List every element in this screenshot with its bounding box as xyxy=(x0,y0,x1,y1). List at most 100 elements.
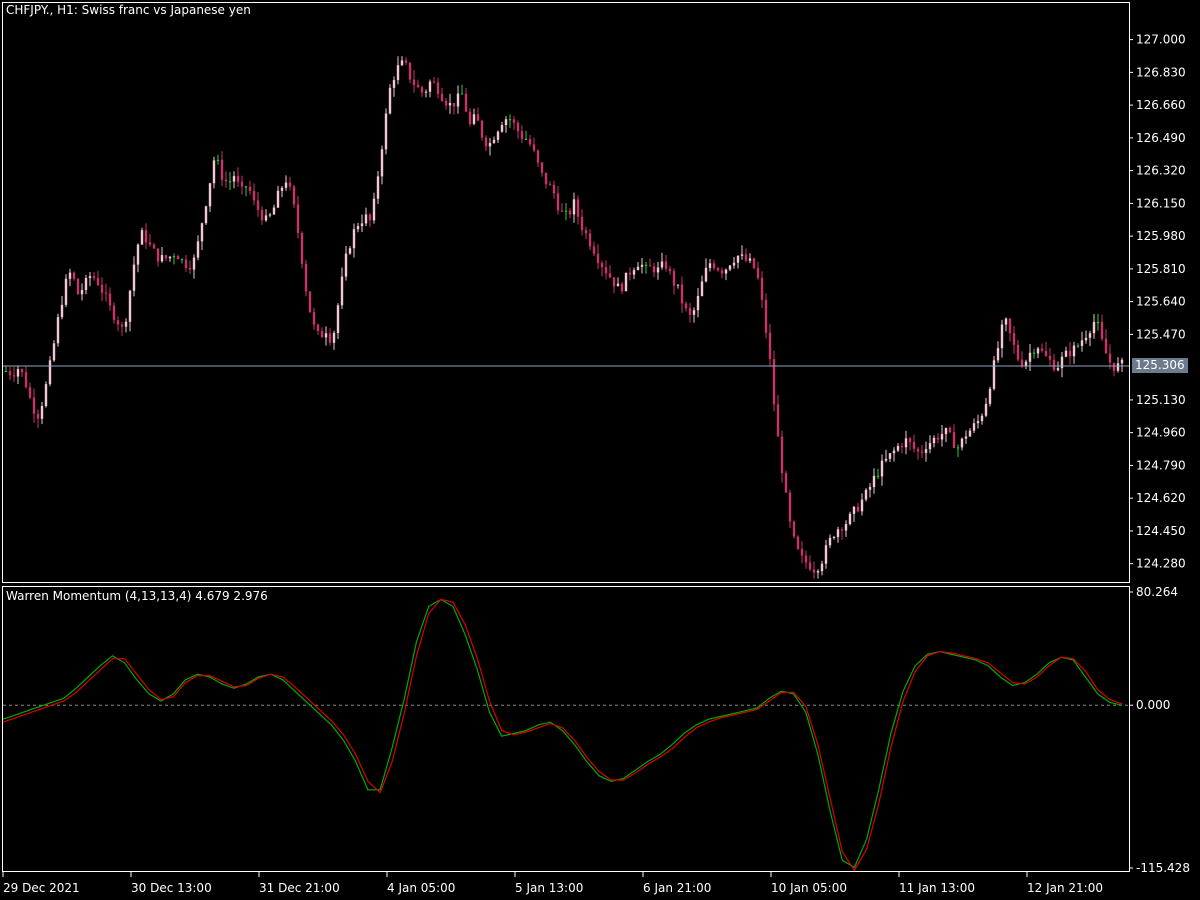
candle-body xyxy=(832,537,836,539)
time-axis[interactable]: 29 Dec 2021 30 Dec 13:00 31 Dec 21:00 4 Jan… xyxy=(2,872,1103,895)
candle-body xyxy=(500,125,504,132)
candle-body xyxy=(212,160,216,184)
candle-body xyxy=(8,371,12,376)
price-tick-label: 124.280 xyxy=(1136,557,1186,571)
candle-body xyxy=(596,253,600,264)
candle-body xyxy=(960,438,964,448)
price-tick-label: 126.830 xyxy=(1136,65,1186,79)
candle-body xyxy=(572,199,576,215)
price-axis[interactable]: 127.000 126.830 126.660 126.490 126.320 126.1… xyxy=(1129,33,1186,571)
candle-body xyxy=(548,184,552,186)
candle-body xyxy=(696,296,700,311)
candle-body xyxy=(36,413,40,419)
candle-body xyxy=(776,404,780,437)
price-pane-frame xyxy=(2,2,1130,583)
candle-body xyxy=(392,80,396,88)
price-tick-label: 126.490 xyxy=(1136,131,1186,145)
candle-body xyxy=(892,450,896,454)
candle-body xyxy=(448,103,452,106)
candle-body xyxy=(876,475,880,477)
candle-body xyxy=(908,438,912,443)
price-tick-label: 125.980 xyxy=(1136,229,1186,243)
candle-body xyxy=(916,448,920,452)
candle-body xyxy=(316,324,320,332)
candle-body xyxy=(508,119,512,121)
candle-body xyxy=(868,487,872,490)
candle-body xyxy=(1004,318,1008,325)
candle-body xyxy=(92,276,96,279)
candle-body xyxy=(1040,348,1044,351)
candle-body xyxy=(1096,322,1100,324)
candle-body xyxy=(40,405,44,419)
candle-body xyxy=(1068,350,1072,357)
time-tick-label: 11 Jan 13:00 xyxy=(899,881,975,895)
candle-body xyxy=(1016,344,1020,360)
candle-body xyxy=(304,263,308,292)
time-tick-label: 4 Jan 05:00 xyxy=(387,881,455,895)
price-tick-label: 125.470 xyxy=(1136,327,1186,341)
candle-body xyxy=(516,122,520,132)
candle-body xyxy=(496,131,500,140)
candle-body xyxy=(660,261,664,268)
candle-body xyxy=(88,276,92,278)
candle-body xyxy=(12,375,16,377)
candle-body xyxy=(752,258,756,269)
candle-body xyxy=(532,144,536,151)
candle-body xyxy=(108,293,112,306)
trading-chart-window[interactable]: 127.000 126.830 126.660 126.490 126.320 126.1… xyxy=(0,0,1200,900)
candle-body xyxy=(436,82,440,94)
candle-body xyxy=(896,445,900,451)
candle-body xyxy=(984,403,988,416)
time-tick-label: 31 Dec 21:00 xyxy=(259,881,340,895)
candle-body xyxy=(368,214,372,221)
candle-body xyxy=(312,312,316,325)
candle-body xyxy=(444,100,448,106)
indicator-title: Warren Momentum (4,13,13,4) 4.679 2.976 xyxy=(6,589,268,603)
price-tick-label: 125.640 xyxy=(1136,295,1186,309)
candle-body xyxy=(56,317,60,344)
candle-body xyxy=(692,310,696,315)
candle-body xyxy=(376,176,380,199)
candle-body xyxy=(352,229,356,249)
price-tick-label: 127.000 xyxy=(1136,33,1186,47)
candle-body xyxy=(44,384,48,406)
candle-body xyxy=(464,93,468,112)
candle-body xyxy=(156,248,160,262)
candle-body xyxy=(732,262,736,266)
candle-body xyxy=(332,332,336,343)
time-tick-label: 29 Dec 2021 xyxy=(3,881,80,895)
candle-body xyxy=(928,443,932,450)
candle-body xyxy=(656,267,660,273)
candlestick-series xyxy=(4,56,1124,580)
candle-body xyxy=(52,343,56,361)
candle-body xyxy=(804,555,808,563)
candle-body xyxy=(196,241,200,258)
price-tick-label: 126.320 xyxy=(1136,164,1186,178)
candle-body xyxy=(1032,352,1036,354)
time-tick-label: 30 Dec 13:00 xyxy=(131,881,212,895)
candle-body xyxy=(364,214,368,224)
chart-canvas[interactable]: 127.000 126.830 126.660 126.490 126.320 126.1… xyxy=(0,0,1200,900)
candle-body xyxy=(1100,322,1104,339)
candle-body xyxy=(588,233,592,247)
candle-body xyxy=(28,387,32,398)
candle-body xyxy=(224,179,228,182)
candle-body xyxy=(236,176,240,182)
candle-body xyxy=(812,569,816,573)
candle-body xyxy=(612,277,616,287)
candle-body xyxy=(640,264,644,267)
candle-body xyxy=(228,181,232,183)
candle-body xyxy=(668,268,672,272)
candle-body xyxy=(904,438,908,448)
candle-body xyxy=(872,475,876,488)
candle-body xyxy=(816,571,820,573)
indicator-tick-label: -115.428 xyxy=(1136,861,1190,875)
candle-body xyxy=(932,437,936,444)
candle-body xyxy=(756,268,760,278)
candle-body xyxy=(768,332,772,359)
candle-body xyxy=(1092,322,1096,334)
candle-body xyxy=(616,283,620,287)
candle-body xyxy=(1048,355,1052,360)
candle-body xyxy=(924,449,928,453)
candle-body xyxy=(992,360,996,389)
